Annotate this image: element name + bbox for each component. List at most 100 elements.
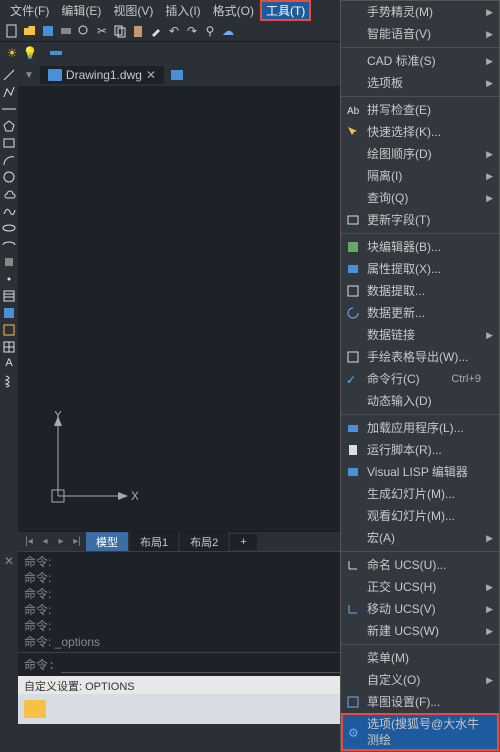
ellipse-icon[interactable]	[2, 221, 16, 235]
menu-tblexport[interactable]: 手绘表格导出(W)...	[341, 346, 499, 368]
menu-newucs[interactable]: 新建 UCS(W)▶	[341, 620, 499, 642]
chevron-down-icon[interactable]: ▼	[24, 70, 34, 81]
menu-loadapp[interactable]: 加载应用程序(L)...	[341, 417, 499, 439]
status-text: 自定义设置: OPTIONS	[24, 681, 135, 693]
menu-custom[interactable]: 自定义(O)▶	[341, 669, 499, 691]
menu-dataupd[interactable]: 数据更新...	[341, 302, 499, 324]
menu-view[interactable]: 视图(V)	[107, 0, 159, 21]
menu-attrext[interactable]: 属性提取(X)...	[341, 258, 499, 280]
close-icon[interactable]: ✕	[146, 68, 156, 82]
menu-format[interactable]: 格式(O)	[207, 0, 260, 21]
layer-icon[interactable]	[48, 45, 64, 61]
text-icon[interactable]: A	[2, 357, 16, 371]
svg-text:Y: Y	[54, 411, 62, 422]
block-icon[interactable]	[2, 255, 16, 269]
menu-spell[interactable]: Ab拼写检查(E)	[341, 99, 499, 121]
svg-text:X: X	[131, 489, 138, 503]
sun-icon[interactable]: ☀	[4, 45, 20, 61]
hatch-icon[interactable]	[2, 289, 16, 303]
menu-voice[interactable]: 智能语音(V)▶	[341, 23, 499, 45]
tab-model[interactable]: 模型	[86, 532, 128, 552]
menu-runscript[interactable]: 运行脚本(R)...	[341, 439, 499, 461]
menu-menu[interactable]: 菜单(M)	[341, 647, 499, 669]
save-icon[interactable]	[40, 23, 56, 39]
explorer-icon[interactable]	[24, 700, 46, 718]
script-icon	[346, 443, 360, 457]
document-tab[interactable]: Drawing1.dwg ✕	[40, 66, 164, 84]
tab-add[interactable]: +	[230, 534, 256, 550]
menu-moveucs[interactable]: 移动 UCS(V)▶	[341, 598, 499, 620]
preview-icon[interactable]	[76, 23, 92, 39]
gradient-icon[interactable]	[2, 306, 16, 320]
export-icon	[346, 350, 360, 364]
prev-tab-icon[interactable]: ◂	[38, 535, 52, 549]
first-tab-icon[interactable]: |◂	[22, 535, 36, 549]
arc-icon[interactable]	[2, 153, 16, 167]
menu-cadstd[interactable]: CAD 标准(S)▶	[341, 50, 499, 72]
region-icon[interactable]	[2, 323, 16, 337]
bulb-icon[interactable]: 💡	[22, 45, 38, 61]
tab-layout1[interactable]: 布局1	[130, 532, 178, 552]
rect-icon[interactable]	[2, 136, 16, 150]
menu-cmdline[interactable]: ✓命令行(C)Ctrl+9	[341, 368, 499, 390]
last-tab-icon[interactable]: ▸|	[70, 535, 84, 549]
menu-dataext[interactable]: 数据提取...	[341, 280, 499, 302]
undo-icon[interactable]: ↶	[166, 23, 182, 39]
open-icon[interactable]	[22, 23, 38, 39]
dataext-icon	[346, 284, 360, 298]
menu-quicksel[interactable]: 快速选择(K)...	[341, 121, 499, 143]
menu-makeslide[interactable]: 生成幻灯片(M)...	[341, 483, 499, 505]
menu-orthoucs[interactable]: 正交 UCS(H)▶	[341, 576, 499, 598]
menu-isolate[interactable]: 隔离(I)▶	[341, 165, 499, 187]
line-icon[interactable]	[2, 68, 16, 82]
menu-insert[interactable]: 插入(I)	[159, 0, 206, 21]
spline-icon[interactable]	[2, 204, 16, 218]
brush-icon[interactable]	[148, 23, 164, 39]
menu-dyninput[interactable]: 动态输入(D)	[341, 390, 499, 412]
gear-icon: ⚙	[348, 725, 362, 739]
find-icon[interactable]: ⚲	[202, 23, 218, 39]
menu-gesture[interactable]: 手势精灵(M)▶	[341, 1, 499, 23]
tab-layout2[interactable]: 布局2	[180, 532, 228, 552]
close-panel-icon[interactable]: ✕	[4, 554, 14, 568]
menu-blockedit[interactable]: 块编辑器(B)...	[341, 236, 499, 258]
spell-icon: Ab	[346, 103, 360, 117]
new-tab-icon[interactable]	[170, 69, 184, 81]
point-icon[interactable]	[2, 272, 16, 286]
menu-edit[interactable]: 编辑(E)	[55, 0, 107, 21]
ucs-indicator: Y X	[48, 411, 138, 511]
new-icon[interactable]	[4, 23, 20, 39]
polygon-icon[interactable]	[2, 119, 16, 133]
polyline-icon[interactable]	[2, 85, 16, 99]
cloud-icon[interactable]: ☁	[220, 23, 236, 39]
copy-icon[interactable]	[112, 23, 128, 39]
menu-options[interactable]: ⚙选项(搜狐号@大水牛测绘	[341, 713, 499, 751]
check-icon: ✓	[346, 372, 360, 386]
menu-updatefield[interactable]: 更新字段(T)	[341, 209, 499, 231]
next-tab-icon[interactable]: ▸	[54, 535, 68, 549]
menu-inquiry[interactable]: 查询(Q)▶	[341, 187, 499, 209]
vlisp-icon	[346, 465, 360, 479]
moveucs-icon	[346, 602, 360, 616]
cloud-icon[interactable]	[2, 187, 16, 201]
menu-macro[interactable]: 宏(A)▶	[341, 527, 499, 549]
menu-palette[interactable]: 选项板▶	[341, 72, 499, 94]
menu-draworder[interactable]: 绘图顺序(D)▶	[341, 143, 499, 165]
ellipsearc-icon[interactable]	[2, 238, 16, 252]
xline-icon[interactable]	[2, 102, 16, 116]
cut-icon[interactable]: ✂	[94, 23, 110, 39]
helix-icon[interactable]	[2, 374, 16, 388]
menu-viewslide[interactable]: 观看幻灯片(M)...	[341, 505, 499, 527]
redo-icon[interactable]: ↷	[184, 23, 200, 39]
menu-file[interactable]: 文件(F)	[4, 0, 55, 21]
menu-tools[interactable]: 工具(T)	[260, 0, 311, 21]
print-icon[interactable]	[58, 23, 74, 39]
paste-icon[interactable]	[130, 23, 146, 39]
table-icon[interactable]	[2, 340, 16, 354]
menu-datalink[interactable]: 数据链接▶	[341, 324, 499, 346]
command-prompt: 命令:	[24, 656, 55, 673]
menu-namedocs[interactable]: 命名 UCS(U)...	[341, 554, 499, 576]
menu-drafting[interactable]: 草图设置(F)...	[341, 691, 499, 713]
menu-vlisp[interactable]: Visual LISP 编辑器	[341, 461, 499, 483]
circle-icon[interactable]	[2, 170, 16, 184]
